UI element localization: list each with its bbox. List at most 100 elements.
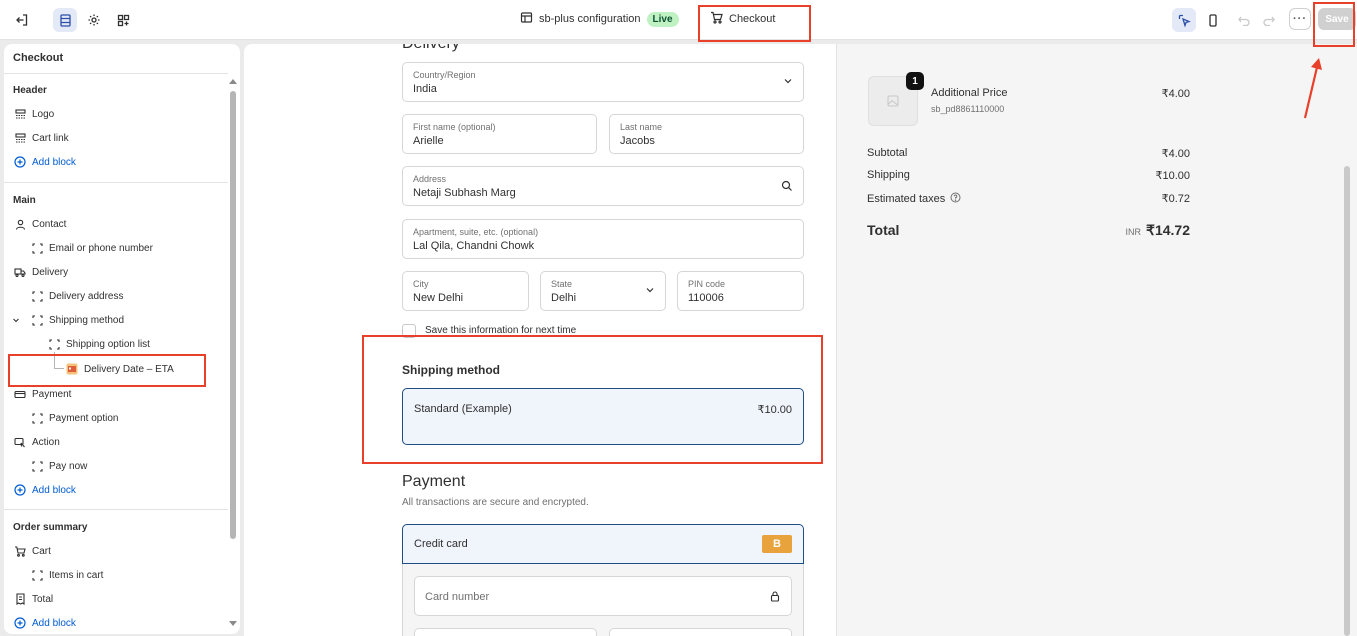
field-label: State bbox=[551, 279, 573, 289]
sidebar-scrollbar[interactable] bbox=[229, 76, 237, 628]
subtotal-label: Subtotal bbox=[867, 147, 908, 159]
scroll-down-arrow[interactable] bbox=[229, 621, 237, 626]
apps-icon[interactable] bbox=[111, 8, 135, 32]
sidebar-item-delivery[interactable]: Delivery bbox=[14, 265, 68, 279]
save-button[interactable]: Save bbox=[1318, 8, 1356, 30]
section-header: Header bbox=[13, 85, 47, 96]
checkout-preview: Delivery Country/Region India First name… bbox=[244, 44, 1357, 636]
field-label: Address bbox=[413, 174, 447, 184]
sidebar-title: Checkout bbox=[13, 52, 64, 64]
sidebar-item-label: Payment bbox=[32, 388, 72, 400]
person-icon bbox=[14, 218, 26, 230]
plus-circle-icon bbox=[14, 484, 26, 496]
sidebar-item-label: Contact bbox=[32, 218, 67, 230]
card-number-field[interactable]: Card number bbox=[414, 576, 792, 616]
divider bbox=[4, 73, 228, 74]
sidebar-item-pay-now[interactable]: Pay now bbox=[31, 459, 87, 473]
more-actions-button[interactable]: ··· bbox=[1289, 8, 1311, 30]
sidebar-item-delivery-date-eta[interactable]: Delivery Date – ETA bbox=[66, 362, 174, 376]
sidebar-item-payment-option[interactable]: Payment option bbox=[31, 411, 119, 425]
divider bbox=[4, 509, 228, 510]
field-label: Apartment, suite, etc. (optional) bbox=[413, 227, 539, 237]
undo-icon[interactable] bbox=[1232, 8, 1256, 32]
sidebar-item-items-in-cart[interactable]: Items in cart bbox=[31, 568, 103, 582]
field-label: PIN code bbox=[688, 279, 726, 289]
block-icon bbox=[14, 132, 26, 144]
sidebar-item-cart[interactable]: Cart bbox=[14, 544, 51, 558]
credit-card-label: Credit card bbox=[414, 538, 468, 550]
scroll-up-arrow[interactable] bbox=[229, 79, 237, 84]
exit-icon[interactable] bbox=[10, 8, 34, 32]
expiry-field[interactable] bbox=[414, 628, 597, 636]
page-selector[interactable]: Checkout bbox=[710, 10, 775, 28]
sidebar-item-contact[interactable]: Contact bbox=[14, 217, 66, 231]
shipping-option-standard[interactable]: Standard (Example) ₹10.00 bbox=[402, 388, 804, 445]
sections-icon[interactable] bbox=[53, 8, 77, 32]
add-block-header[interactable]: Add block bbox=[14, 155, 76, 169]
country-select[interactable]: Country/Region India bbox=[402, 62, 804, 102]
add-block-main[interactable]: Add block bbox=[14, 483, 76, 497]
quantity-badge: 1 bbox=[906, 72, 924, 90]
state-select[interactable]: State Delhi bbox=[540, 271, 666, 311]
field-value: New Delhi bbox=[413, 292, 464, 304]
sidebar-item-action[interactable]: Action bbox=[14, 435, 60, 449]
sidebar-item-label: Shipping option list bbox=[66, 338, 150, 350]
sidebar-item-label: Pay now bbox=[49, 460, 88, 472]
sidebar-item-label: Shipping method bbox=[49, 314, 125, 326]
field-label: Last name bbox=[620, 122, 663, 132]
address-field[interactable]: Address Netaji Subhash Marg bbox=[402, 166, 804, 206]
shipping-option-price: ₹10.00 bbox=[757, 404, 792, 416]
sidebar-item-total[interactable]: Total bbox=[14, 592, 53, 606]
last-name-field[interactable]: Last name Jacobs bbox=[609, 114, 804, 154]
total-amount: INR ₹14.72 bbox=[1097, 222, 1190, 239]
field-label: City bbox=[413, 279, 429, 289]
chevron-down-icon[interactable] bbox=[12, 314, 20, 326]
section-order-summary: Order summary bbox=[13, 522, 88, 533]
field-label: Country/Region bbox=[413, 70, 476, 80]
mobile-icon[interactable] bbox=[1201, 8, 1225, 32]
live-badge: Live bbox=[646, 11, 679, 27]
config-selector[interactable]: sb-plus configuration Live bbox=[520, 10, 679, 28]
sidebar-item-shipping-option-list[interactable]: Shipping option list bbox=[48, 337, 150, 351]
credit-card-option[interactable]: Credit card B bbox=[402, 524, 804, 564]
block-icon bbox=[14, 108, 26, 120]
sidebar-item-email-or-phone[interactable]: Email or phone number bbox=[31, 241, 153, 255]
sidebar-item-shipping-method[interactable]: Shipping method bbox=[12, 313, 124, 327]
sidebar-item-payment[interactable]: Payment bbox=[14, 387, 71, 401]
plus-circle-icon bbox=[14, 617, 26, 629]
add-block-order-summary[interactable]: Add block bbox=[14, 616, 76, 630]
top-bar: sb-plus configuration Live Checkout ··· … bbox=[0, 0, 1357, 40]
product-price: ₹4.00 bbox=[1161, 88, 1190, 100]
field-value: India bbox=[413, 83, 437, 95]
sidebar-item-cart-link[interactable]: Cart link bbox=[14, 131, 69, 145]
payment-icon bbox=[14, 388, 26, 400]
redo-icon[interactable] bbox=[1257, 8, 1281, 32]
pin-code-field[interactable]: PIN code 110006 bbox=[677, 271, 804, 311]
plus-circle-icon bbox=[14, 156, 26, 168]
help-icon[interactable] bbox=[950, 192, 961, 206]
search-icon bbox=[781, 180, 793, 195]
field-value: Delhi bbox=[551, 292, 577, 304]
preview-scroll-thumb[interactable] bbox=[1344, 166, 1350, 636]
city-field[interactable]: City New Delhi bbox=[402, 271, 529, 311]
sidebar-item-label: Delivery address bbox=[49, 290, 124, 302]
apartment-field[interactable]: Apartment, suite, etc. (optional) Lal Qi… bbox=[402, 219, 804, 259]
first-name-field[interactable]: First name (optional) Arielle bbox=[402, 114, 597, 154]
save-info-checkbox[interactable] bbox=[402, 324, 416, 338]
payment-heading: Payment bbox=[402, 473, 466, 490]
lock-icon bbox=[769, 590, 781, 605]
sidebar-item-logo[interactable]: Logo bbox=[14, 107, 54, 121]
security-code-field[interactable] bbox=[609, 628, 792, 636]
receipt-icon bbox=[14, 593, 26, 605]
gear-icon[interactable] bbox=[82, 8, 106, 32]
inspector-icon[interactable] bbox=[1172, 8, 1196, 32]
scroll-thumb[interactable] bbox=[230, 91, 236, 539]
currency-code: INR bbox=[1125, 227, 1142, 237]
config-name: sb-plus configuration bbox=[539, 13, 641, 25]
field-value: Netaji Subhash Marg bbox=[413, 187, 516, 199]
image-placeholder-icon bbox=[887, 95, 899, 107]
sidebar-item-delivery-address[interactable]: Delivery address bbox=[31, 289, 123, 303]
section-main: Main bbox=[13, 195, 36, 206]
taxes-label: Estimated taxes bbox=[867, 193, 946, 205]
annotation-arrow-icon bbox=[1303, 58, 1322, 119]
